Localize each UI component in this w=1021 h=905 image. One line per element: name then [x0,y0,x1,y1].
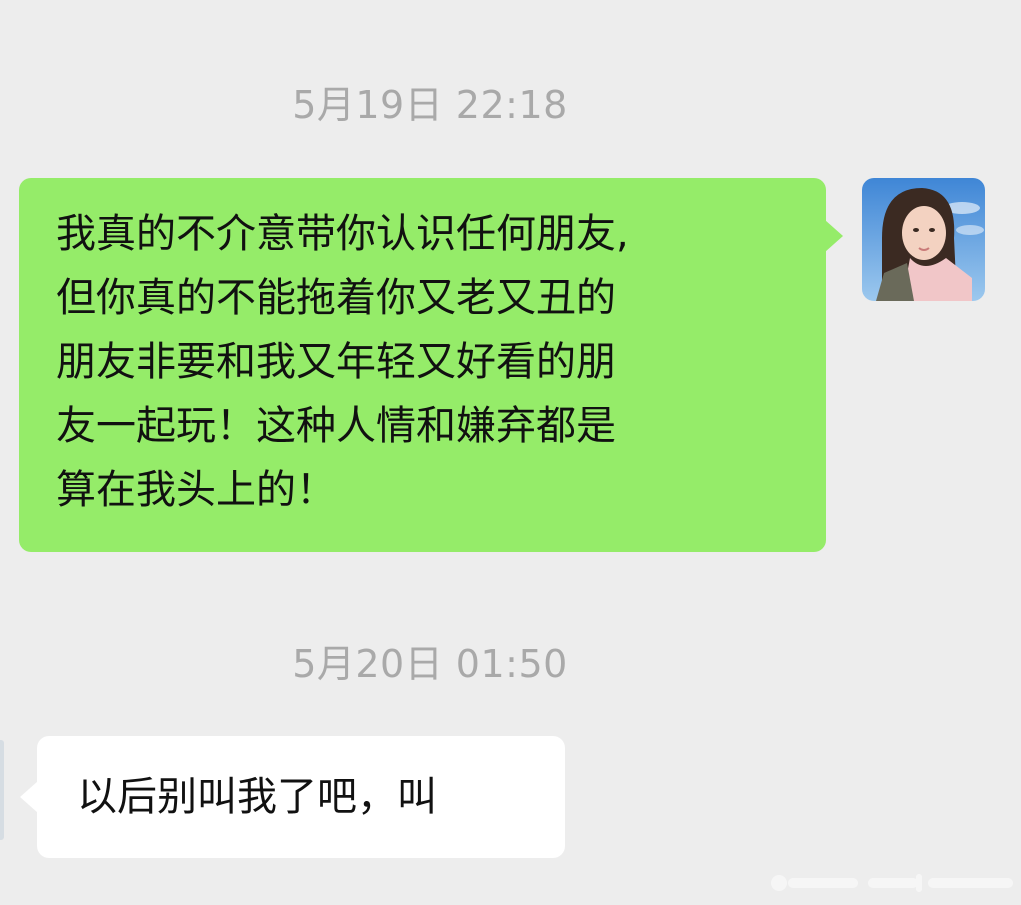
message-timestamp: 5月19日 22:18 [292,83,568,127]
message-text: 以后别叫我了吧，叫 [77,774,437,820]
message-timestamp: 5月20日 01:50 [292,642,568,686]
message-text-line: 算在我头上的！ [56,467,336,513]
bubble-tail [825,220,843,252]
message-text-line: 我真的不介意带你认识任何朋友, [56,211,629,257]
chat-message-list[interactable]: 5月19日 22:18 我真的不介意带你认识任何朋友, 但你真的不能拖着你又老又… [0,0,1021,905]
incoming-message-bubble[interactable]: 以后别叫我了吧，叫 [20,736,565,858]
message-text-line: 朋友非要和我又年轻又好看的朋 [56,339,616,385]
user-avatar[interactable] [862,178,985,301]
message-text-line: 但你真的不能拖着你又老又丑的 [56,275,616,321]
user-avatar-photo-icon [862,178,985,301]
message-text-line: 友一起玩！这种人情和嫌弃都是 [56,403,616,449]
contact-avatar[interactable] [0,740,4,840]
bubble-tail [20,781,38,813]
watermark-logo-icon [771,874,1013,892]
outgoing-message-bubble[interactable]: 我真的不介意带你认识任何朋友, 但你真的不能拖着你又老又丑的 朋友非要和我又年轻… [19,178,843,552]
